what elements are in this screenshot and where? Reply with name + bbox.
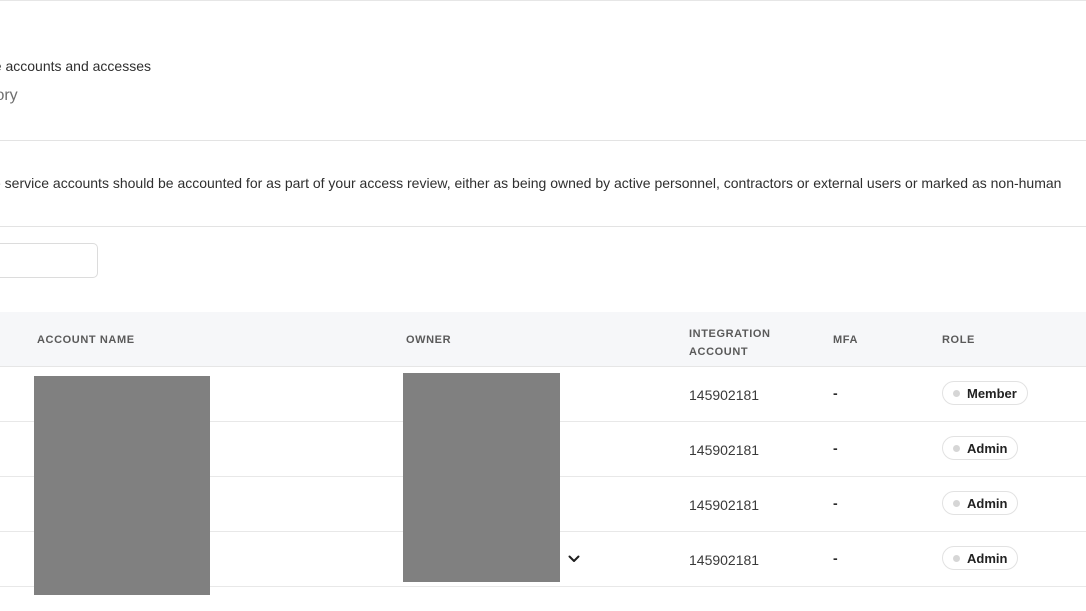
mfa-cell: - <box>833 495 838 511</box>
column-header-integration-line2: ACCOUNT <box>689 346 749 358</box>
integration-account-cell: 145902181 <box>689 442 760 458</box>
service-accounts-notice: e service accounts should be accounted f… <box>0 175 1062 191</box>
status-dot-icon <box>953 444 960 452</box>
role-badge: Admin <box>942 436 1019 460</box>
column-header-integration-line1: INTEGRATION <box>689 328 771 340</box>
chevron-down-icon[interactable] <box>567 552 581 566</box>
mfa-cell: - <box>833 440 838 456</box>
top-divider <box>0 0 1086 1</box>
page-subtitle: ge accounts and accesses <box>0 58 151 74</box>
integration-account-cell: 145902181 <box>689 497 760 513</box>
role-badge: Member <box>942 381 1028 405</box>
redacted-owners <box>403 373 560 582</box>
status-dot-icon <box>953 554 960 562</box>
integration-account-cell: 145902181 <box>689 552 760 568</box>
role-label: Admin <box>967 550 1008 566</box>
role-badge: Admin <box>942 491 1019 515</box>
column-header-role[interactable]: ROLE <box>942 334 975 346</box>
table-header: ACCOUNT NAME OWNER INTEGRATION ACCOUNT M… <box>0 312 1086 367</box>
status-dot-icon <box>953 389 960 397</box>
column-header-integration-account[interactable]: INTEGRATION ACCOUNT <box>689 325 771 361</box>
integration-account-cell: 145902181 <box>689 387 760 403</box>
search-input[interactable] <box>0 243 98 278</box>
access-review-page: ge accounts and accesses story e service… <box>0 0 1086 611</box>
column-header-mfa[interactable]: MFA <box>833 334 858 346</box>
role-badge: Admin <box>942 546 1019 570</box>
status-dot-icon <box>953 499 960 507</box>
column-header-account-name[interactable]: ACCOUNT NAME <box>37 334 135 346</box>
tab-history[interactable]: story <box>0 87 18 105</box>
redacted-account-names <box>34 376 210 595</box>
column-header-owner[interactable]: OWNER <box>406 334 451 346</box>
section-divider <box>0 140 1086 141</box>
mfa-cell: - <box>833 385 838 401</box>
role-label: Admin <box>967 495 1008 511</box>
mfa-cell: - <box>833 550 838 566</box>
section-divider <box>0 226 1086 227</box>
role-label: Admin <box>967 440 1008 456</box>
role-label: Member <box>967 385 1017 401</box>
